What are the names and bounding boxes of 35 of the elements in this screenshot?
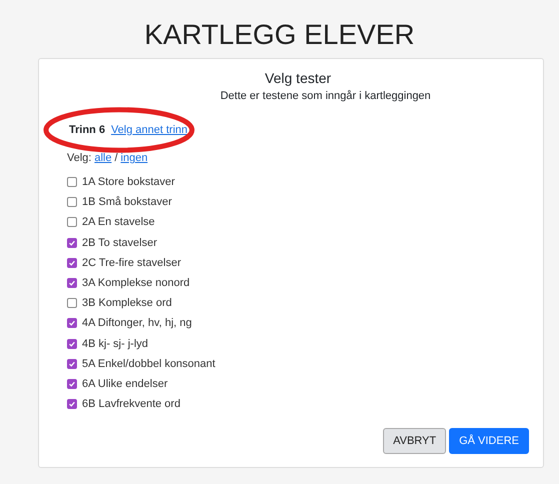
test-label: 1B Små bokstaver (82, 196, 172, 208)
test-label: 4B kj- sj- j-lyd (82, 338, 148, 350)
test-label: 2A En stavelse (82, 216, 155, 228)
checkbox[interactable] (67, 278, 77, 288)
test-label: 1A Store bokstaver (82, 176, 175, 188)
checkbox[interactable] (67, 177, 77, 188)
checkbox[interactable] (67, 217, 77, 228)
select-none-link[interactable]: ingen (120, 152, 148, 164)
test-label: 3A Komplekse nonord (82, 277, 190, 290)
test-label: 3B Komplekse ord (82, 297, 172, 310)
test-label: 2C Tre-fire stavelser (82, 256, 182, 269)
test-label: 6B Lavfrekvente ord (82, 398, 180, 410)
checkbox[interactable] (67, 378, 77, 389)
card-heading: Velg tester (264, 69, 332, 87)
select-label: Velg: (67, 152, 92, 164)
test-label: 4A Diftonger, hv, hj, ng (82, 317, 192, 330)
continue-button[interactable]: GÅ VIDERE (449, 428, 529, 454)
checkbox[interactable] (67, 338, 77, 349)
test-label: 5A Enkel/dobbel konsonant (82, 358, 216, 370)
select-all-link[interactable]: alle (94, 152, 112, 164)
checkbox[interactable] (67, 197, 77, 208)
page-title: KARTLEGG ELEVER (144, 18, 415, 52)
test-label: 6A Ulike endelser (82, 378, 168, 390)
checkbox[interactable] (67, 258, 77, 268)
grade-label: Trinn 6 (69, 124, 106, 136)
separator: / (114, 152, 118, 164)
card-subtitle: Dette er testene som inngår i kartleggingen (219, 90, 431, 102)
test-label: 2B To stavelser (82, 236, 158, 249)
cancel-button[interactable]: AVBRYT (383, 428, 446, 454)
checkbox[interactable] (67, 238, 77, 248)
checkbox[interactable] (67, 358, 77, 369)
change-grade-link[interactable]: Velg annet trinn (111, 124, 188, 136)
checkbox[interactable] (67, 298, 77, 308)
checkbox[interactable] (67, 399, 77, 410)
checkbox[interactable] (67, 318, 77, 328)
